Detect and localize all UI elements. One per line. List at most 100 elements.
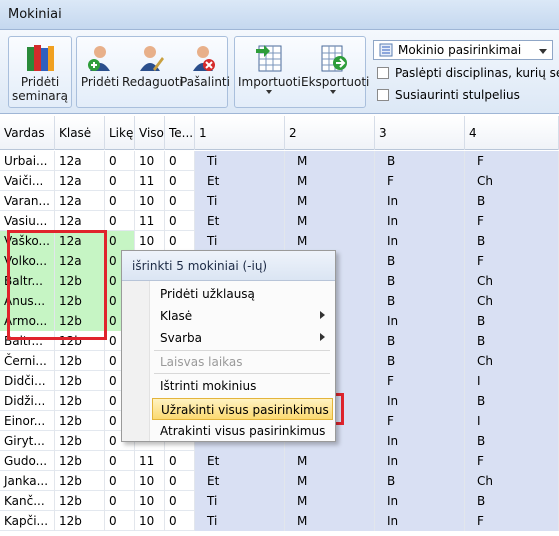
cell-class[interactable]: 12a — [55, 191, 105, 211]
menu-item-add-request[interactable]: Pridėti užklausą — [152, 283, 333, 305]
cell-class[interactable]: 12a — [55, 171, 105, 191]
cell-slot-4[interactable]: Ch — [465, 471, 559, 491]
cell-slot-3[interactable]: In — [375, 211, 465, 231]
cell-slot-2[interactable]: M — [285, 151, 375, 171]
cell-slot-4[interactable]: Ch — [465, 171, 559, 191]
cell-name[interactable]: Urbai... — [0, 151, 55, 171]
cell-class[interactable]: 12b — [55, 371, 105, 391]
cell-te[interactable]: 0 — [165, 491, 195, 511]
cell-slot-4[interactable]: B — [465, 311, 559, 331]
cell-te[interactable]: 0 — [165, 511, 195, 531]
menu-item-delete-students[interactable]: Ištrinti mokinius — [152, 375, 333, 397]
hide-disciplines-checkbox[interactable]: Paslėpti disciplinas, kurių seminarai — [377, 66, 559, 80]
export-button[interactable]: Eksportuoti — [301, 43, 369, 94]
cell-slot-4[interactable]: F — [465, 151, 559, 171]
column-header-te[interactable]: Te... — [165, 116, 195, 150]
cell-remaining[interactable]: 0 — [105, 191, 135, 211]
cell-remaining[interactable]: 0 — [105, 511, 135, 531]
cell-slot-2[interactable]: M — [285, 171, 375, 191]
column-header-remaining[interactable]: Likę — [105, 116, 135, 150]
table-row[interactable]: Vaiči... 12a 0 11 0 Et M F Ch — [0, 171, 559, 191]
table-row[interactable]: Gudo... 12b 0 11 0 Et M In F — [0, 451, 559, 471]
cell-slot-3[interactable]: In — [375, 191, 465, 211]
cell-class[interactable]: 12b — [55, 351, 105, 371]
cell-total[interactable]: 10 — [135, 191, 165, 211]
cell-slot-4[interactable]: B — [465, 391, 559, 411]
cell-slot-4[interactable]: B — [465, 431, 559, 451]
cell-class[interactable]: 12b — [55, 511, 105, 531]
cell-slot-1[interactable]: Et — [195, 211, 285, 231]
cell-class[interactable]: 12b — [55, 491, 105, 511]
cell-slot-3[interactable]: In — [375, 391, 465, 411]
cell-slot-4[interactable]: I — [465, 371, 559, 391]
cell-total[interactable]: 10 — [135, 231, 165, 251]
cell-slot-1[interactable]: Et — [195, 451, 285, 471]
checkbox-box[interactable] — [377, 89, 389, 101]
cell-te[interactable]: 0 — [165, 451, 195, 471]
cell-slot-3[interactable]: In — [375, 511, 465, 531]
table-row[interactable]: Kapči... 12b 0 10 0 Ti M In F — [0, 511, 559, 531]
cell-slot-3[interactable]: B — [375, 151, 465, 171]
cell-slot-1[interactable]: Ti — [195, 231, 285, 251]
menu-item-priority[interactable]: Svarba — [152, 327, 333, 349]
column-header-3[interactable]: 3 — [375, 116, 465, 150]
column-header-2[interactable]: 2 — [285, 116, 375, 150]
cell-slot-4[interactable]: Ch — [465, 351, 559, 371]
column-header-total[interactable]: Viso — [135, 116, 165, 150]
cell-remaining[interactable]: 0 — [105, 471, 135, 491]
cell-slot-4[interactable]: F — [465, 451, 559, 471]
cell-name[interactable]: Didži... — [0, 391, 55, 411]
cell-slot-2[interactable]: M — [285, 491, 375, 511]
cell-slot-3[interactable]: F — [375, 411, 465, 431]
cell-class[interactable]: 12b — [55, 471, 105, 491]
cell-slot-4[interactable]: Ch — [465, 291, 559, 311]
cell-slot-3[interactable]: In — [375, 431, 465, 451]
cell-slot-3[interactable]: B — [375, 471, 465, 491]
cell-slot-3[interactable]: B — [375, 351, 465, 371]
cell-name[interactable]: Gudo... — [0, 451, 55, 471]
add-student-button[interactable]: Pridėti — [80, 43, 120, 89]
cell-slot-1[interactable]: Ti — [195, 151, 285, 171]
table-row[interactable]: Varan... 12a 0 10 0 Ti M In B — [0, 191, 559, 211]
cell-class[interactable]: 12a — [55, 211, 105, 231]
cell-slot-1[interactable]: Ti — [195, 191, 285, 211]
menu-item-lock-all-choices[interactable]: Užrakinti visus pasirinkimus — [152, 398, 333, 420]
cell-te[interactable]: 0 — [165, 171, 195, 191]
menu-item-class[interactable]: Klasė — [152, 305, 333, 327]
cell-slot-3[interactable]: In — [375, 451, 465, 471]
cell-total[interactable]: 10 — [135, 151, 165, 171]
cell-slot-2[interactable]: M — [285, 451, 375, 471]
view-mode-select[interactable]: Mokinio pasirinkimai — [373, 40, 553, 60]
cell-slot-3[interactable]: B — [375, 291, 465, 311]
add-seminar-button[interactable]: Pridėti seminarą — [11, 43, 69, 103]
cell-slot-3[interactable]: B — [375, 271, 465, 291]
cell-remaining[interactable]: 0 — [105, 211, 135, 231]
cell-total[interactable]: 10 — [135, 471, 165, 491]
cell-name[interactable]: Černi... — [0, 351, 55, 371]
cell-slot-4[interactable]: F — [465, 511, 559, 531]
cell-slot-2[interactable]: M — [285, 191, 375, 211]
cell-name[interactable]: Kapči... — [0, 511, 55, 531]
cell-slot-3[interactable]: F — [375, 171, 465, 191]
cell-slot-3[interactable]: B — [375, 331, 465, 351]
cell-slot-1[interactable]: Et — [195, 171, 285, 191]
cell-slot-1[interactable]: Ti — [195, 491, 285, 511]
cell-te[interactable]: 0 — [165, 191, 195, 211]
cell-slot-2[interactable]: M — [285, 511, 375, 531]
cell-remaining[interactable]: 0 — [105, 491, 135, 511]
cell-name[interactable]: Giryt... — [0, 431, 55, 451]
cell-slot-4[interactable]: B — [465, 191, 559, 211]
cell-slot-3[interactable]: F — [375, 371, 465, 391]
cell-total[interactable]: 11 — [135, 211, 165, 231]
cell-class[interactable]: 12a — [55, 151, 105, 171]
cell-remaining[interactable]: 0 — [105, 231, 135, 251]
cell-name[interactable]: Kanč... — [0, 491, 55, 511]
cell-total[interactable]: 10 — [135, 491, 165, 511]
cell-slot-4[interactable]: Ch — [465, 271, 559, 291]
cell-slot-3[interactable]: In — [375, 311, 465, 331]
cell-total[interactable]: 11 — [135, 171, 165, 191]
cell-te[interactable]: 0 — [165, 211, 195, 231]
column-header-class[interactable]: Klasė — [55, 116, 105, 150]
cell-slot-4[interactable]: B — [465, 331, 559, 351]
cell-slot-4[interactable]: B — [465, 491, 559, 511]
